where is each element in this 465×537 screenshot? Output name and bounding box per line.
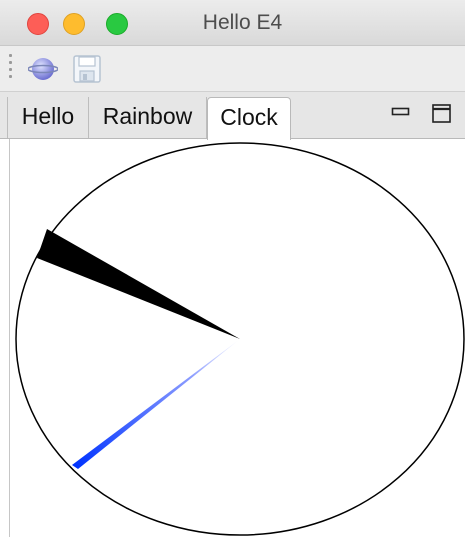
clock-second-hand [72,339,240,469]
clock-canvas [15,142,465,536]
tab-clock[interactable]: Clock [207,97,291,140]
clock-hour-hand [37,229,240,339]
clock-view [9,139,465,537]
